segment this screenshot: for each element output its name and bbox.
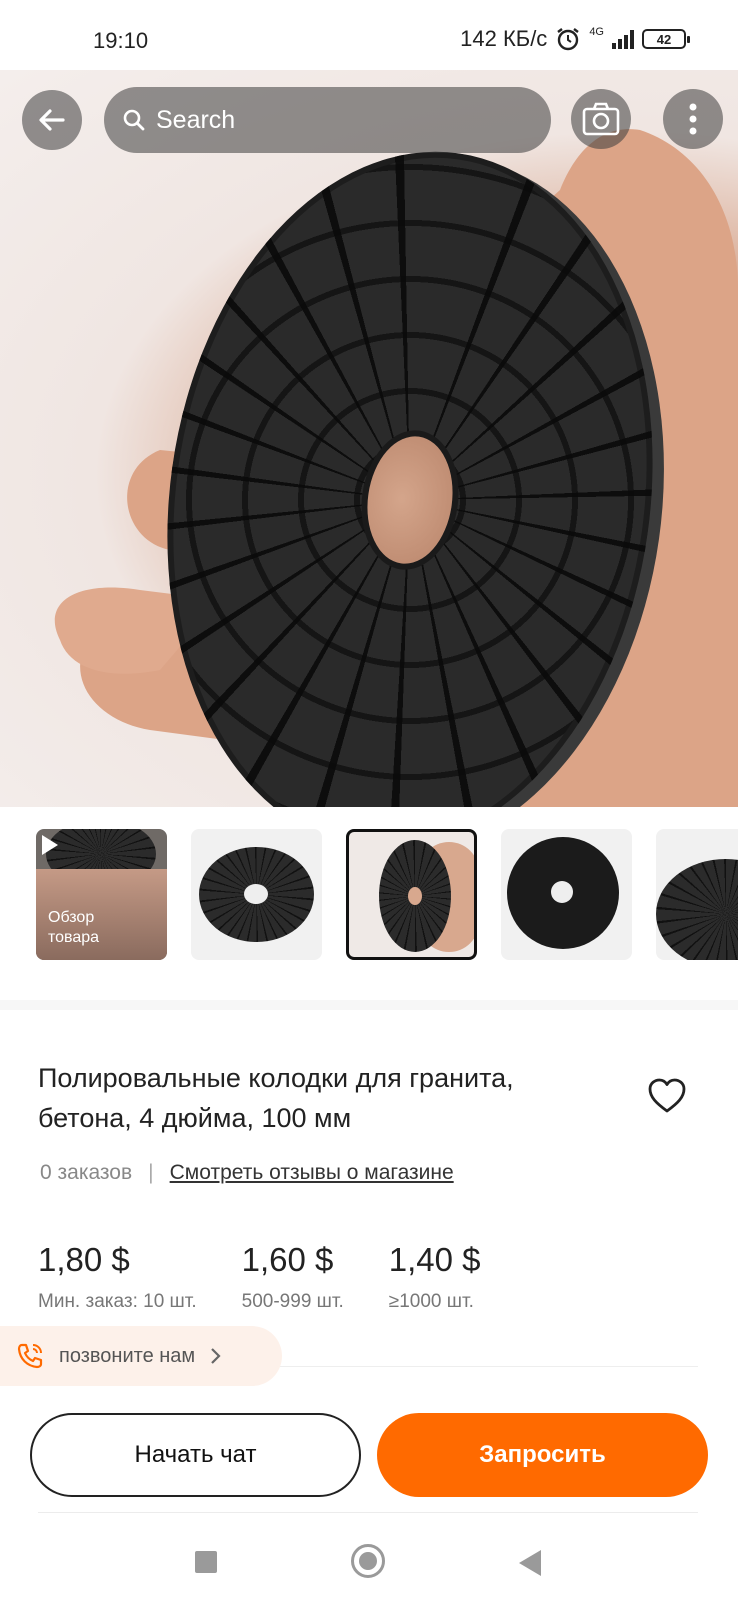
thumbnail-hole [244,884,268,904]
phone-call-icon [17,1343,43,1369]
thumbnail-4[interactable] [501,829,632,960]
product-main-image[interactable] [0,70,738,807]
recent-apps-icon[interactable] [195,1551,217,1573]
request-button[interactable]: Запросить [377,1413,708,1497]
image-search-button[interactable] [571,89,631,149]
orders-count: 0 заказов [40,1161,133,1184]
arrow-left-icon [39,109,65,131]
product-stats: 0 заказов | Смотреть отзывы о магазине [40,1161,454,1185]
system-nav-bar [0,1518,738,1600]
thumbnail-2[interactable] [191,829,322,960]
home-icon[interactable] [351,1544,385,1578]
battery-icon: 42 [642,29,690,49]
thumbnail-hole [408,887,422,905]
thumbnail-3[interactable] [346,829,477,960]
video-review-label: Обзор товара [48,909,100,946]
price-tier: 1,80 $ Мин. заказ: 10 шт. [38,1241,197,1313]
play-icon [42,835,58,855]
stats-separator: | [148,1161,154,1184]
camera-icon [582,102,620,136]
call-us-button[interactable]: позвоните нам [0,1326,282,1386]
network-type: 4G [589,26,604,38]
search-input[interactable]: Search [104,87,551,153]
start-chat-button[interactable]: Начать чат [30,1413,361,1497]
product-title: Полировальные колодки для гранита, бетон… [38,1063,514,1133]
price-value: 1,80 $ [38,1241,130,1278]
price-tiers: 1,80 $ Мин. заказ: 10 шт. 1,60 $ 500-999… [38,1241,526,1313]
thumbnail-image [656,859,738,960]
search-placeholder: Search [156,105,236,134]
back-triangle-icon[interactable] [519,1550,541,1576]
signal-icon [612,29,634,49]
back-button[interactable] [22,90,82,150]
thumbnail-strip[interactable]: Обзор товара [36,829,738,965]
alarm-icon [557,28,580,51]
network-speed: 142 КБ/с [460,26,548,51]
price-quantity: Мин. заказ: 10 шт. [38,1291,197,1312]
price-quantity: 500-999 шт. [241,1291,344,1312]
section-divider [0,1000,738,1010]
price-value: 1,40 $ [388,1241,481,1278]
more-vertical-icon [689,103,697,135]
price-quantity: ≥1000 шт. [388,1291,474,1312]
price-tier: 1,40 $ ≥1000 шт. [389,1241,481,1313]
divider [38,1512,698,1513]
call-us-label: позвоните нам [59,1344,196,1367]
search-icon [123,109,145,131]
status-bar: 19:10 142 КБ/с 4G 42 [0,0,738,70]
heart-icon [648,1078,686,1113]
chevron-right-icon [211,1348,221,1364]
status-indicators: 142 КБ/с 4G 42 [460,26,690,52]
more-options-button[interactable] [663,89,723,149]
price-value: 1,60 $ [241,1241,334,1278]
favorite-button[interactable] [646,1075,688,1117]
thumbnail-5[interactable] [656,829,738,960]
price-tier: 1,60 $ 500-999 шт. [242,1241,344,1313]
thumbnail-hole [551,881,573,903]
thumbnail-video[interactable]: Обзор товара [36,829,167,960]
store-reviews-link[interactable]: Смотреть отзывы о магазине [170,1161,454,1185]
status-time: 19:10 [93,28,149,53]
battery-level: 42 [656,31,672,47]
